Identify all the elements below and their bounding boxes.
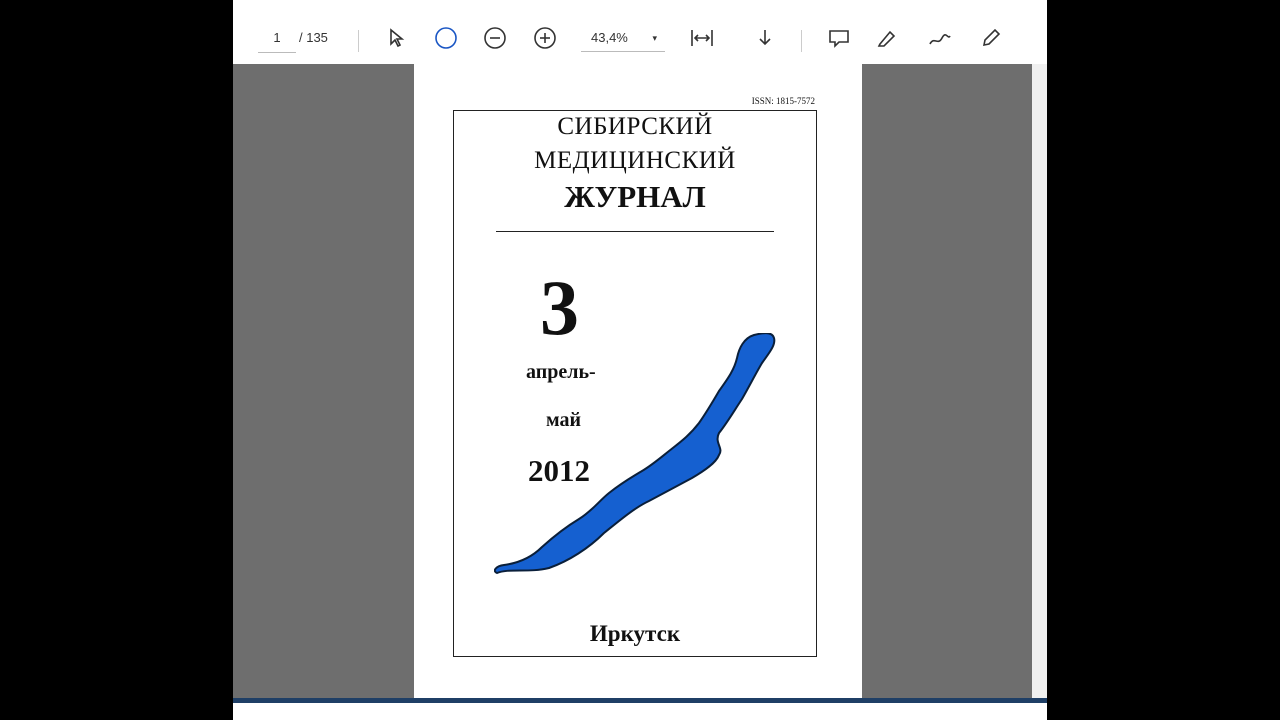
zoom-select[interactable]: 43,4% ▾ <box>581 28 665 52</box>
pdf-page: ISSN: 1815-7572 СИБИРСКИЙ МЕДИЦИНСКИЙ ЖУ… <box>414 64 862 698</box>
chevron-down-icon: ▾ <box>652 33 657 43</box>
journal-title-line1: СИБИРСКИЙ <box>557 113 713 140</box>
journal-title-line2: МЕДИЦИНСКИЙ <box>534 147 736 174</box>
bottom-margin <box>233 703 1047 720</box>
pdf-viewer-window: 1 / 135 43,4% ▾ ISSN: 1815-7572 СИБИРСКИ… <box>233 0 1047 720</box>
publication-city: Иркутск <box>589 621 681 646</box>
edit-icon[interactable] <box>979 26 1003 50</box>
cover-frame: СИБИРСКИЙ МЕДИЦИНСКИЙ ЖУРНАЛ 3 апрель- м… <box>453 110 817 657</box>
lake-shape <box>494 333 776 575</box>
document-viewport[interactable]: ISSN: 1815-7572 СИБИРСКИЙ МЕДИЦИНСКИЙ ЖУ… <box>233 64 1032 698</box>
highlight-icon[interactable] <box>875 26 899 50</box>
journal-title-line3: ЖУРНАЛ <box>564 179 706 214</box>
page-total: / 135 <box>299 30 328 45</box>
fit-page-icon[interactable] <box>434 26 458 50</box>
page-number-input[interactable]: 1 <box>258 28 296 53</box>
draw-icon[interactable] <box>926 26 952 50</box>
issn-label: ISSN: 1815-7572 <box>751 96 815 106</box>
baikal-lake-map-icon <box>494 333 776 575</box>
title-divider <box>496 231 774 232</box>
download-icon[interactable] <box>755 26 775 50</box>
vertical-scrollbar[interactable] <box>1032 64 1047 698</box>
fit-width-icon[interactable] <box>689 26 715 50</box>
comment-icon[interactable] <box>827 26 851 50</box>
select-cursor-icon[interactable] <box>385 26 407 48</box>
zoom-in-icon[interactable] <box>533 26 557 50</box>
zoom-value: 43,4% <box>591 30 628 45</box>
toolbar: 1 / 135 43,4% ▾ <box>233 0 1047 64</box>
toolbar-divider <box>358 30 359 52</box>
zoom-out-icon[interactable] <box>483 26 507 50</box>
toolbar-divider <box>801 30 802 52</box>
